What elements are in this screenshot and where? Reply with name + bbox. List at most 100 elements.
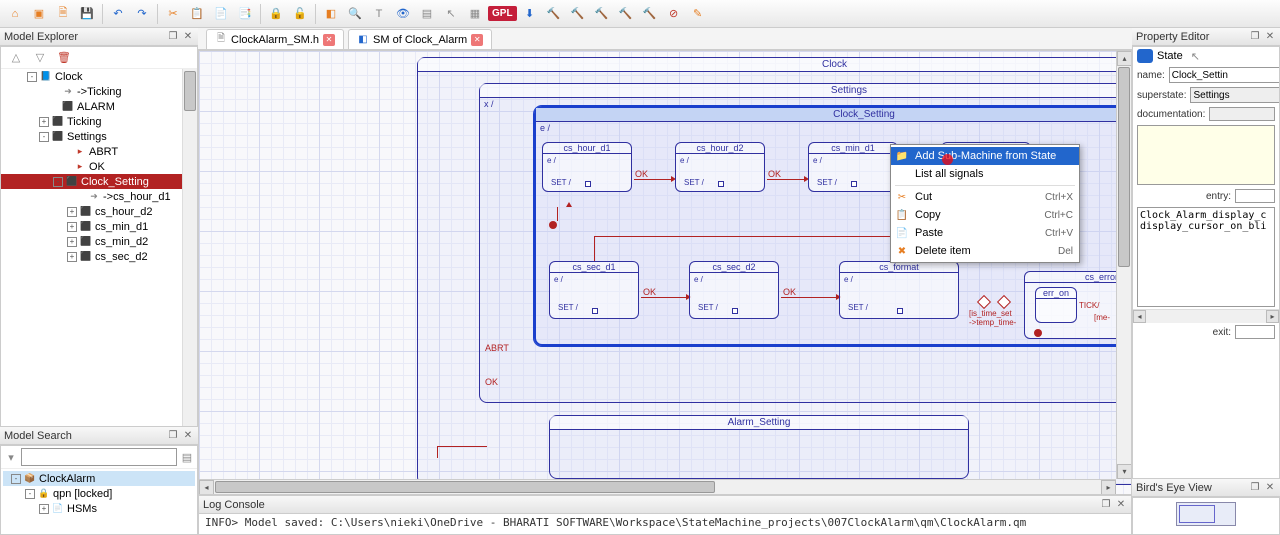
bird-minimap[interactable]: [1176, 502, 1236, 526]
hammer4-icon[interactable]: 🔨: [615, 3, 637, 25]
stop-icon[interactable]: ⊘: [663, 3, 685, 25]
close-icon[interactable]: ✕: [1115, 499, 1127, 511]
text-icon[interactable]: T: [368, 3, 390, 25]
tree-item[interactable]: -📘Clock: [1, 69, 197, 84]
context-menu[interactable]: 📁Add Sub-Machine from StateList all sign…: [890, 144, 1080, 263]
state-cs_hour_d2[interactable]: cs_hour_d2 e / SET /: [675, 142, 765, 192]
close-icon[interactable]: ✕: [182, 430, 194, 442]
scroll-left-icon[interactable]: ◂: [1133, 310, 1146, 323]
search-input[interactable]: [21, 448, 177, 466]
tri-down-icon[interactable]: ▽: [29, 47, 51, 69]
menu-item[interactable]: ✖Delete itemDel: [891, 242, 1079, 260]
hammer1-icon[interactable]: 🔨: [543, 3, 565, 25]
dropdown-icon[interactable]: ▾: [3, 449, 19, 465]
state-cs_hour_d1[interactable]: cs_hour_d1 e / SET /: [542, 142, 632, 192]
trash-icon[interactable]: 🗑: [53, 47, 75, 69]
pointer-icon[interactable]: ↖: [440, 3, 462, 25]
download-icon[interactable]: ⬇: [519, 3, 541, 25]
tree-toggle[interactable]: -: [25, 489, 35, 499]
paste-icon[interactable]: 📄: [210, 3, 232, 25]
state-err-on[interactable]: err_on: [1035, 287, 1077, 323]
paste-special-icon[interactable]: 📑: [234, 3, 256, 25]
tree-item[interactable]: +⬛Ticking: [1, 114, 197, 129]
grid-icon[interactable]: ▦: [464, 3, 486, 25]
copy-icon[interactable]: 📋: [186, 3, 208, 25]
model-tree[interactable]: -📘Clock➜->Ticking⬛ALARM+⬛Ticking-⬛Settin…: [1, 69, 197, 426]
wand-icon[interactable]: ✎: [687, 3, 709, 25]
tree-toggle[interactable]: +: [67, 237, 77, 247]
unlock-icon[interactable]: 🔓: [289, 3, 311, 25]
palette-icon[interactable]: ◧: [320, 3, 342, 25]
close-icon[interactable]: ✕: [1264, 31, 1276, 43]
state-cs_sec_d1[interactable]: cs_sec_d1 e / SET /: [549, 261, 639, 319]
doc-textarea[interactable]: [1137, 125, 1275, 185]
cut-icon[interactable]: ✂: [162, 3, 184, 25]
tree-item[interactable]: ▸ABRT: [1, 144, 197, 159]
lock-icon[interactable]: 🔒: [265, 3, 287, 25]
tree-item[interactable]: +⬛cs_min_d2: [1, 234, 197, 249]
menu-item[interactable]: ✂CutCtrl+X: [891, 188, 1079, 206]
scroll-down-icon[interactable]: ▾: [1117, 464, 1132, 479]
new-icon[interactable]: ▣: [28, 3, 50, 25]
redo-icon[interactable]: ↷: [131, 3, 153, 25]
scroll-right-icon[interactable]: ▸: [1266, 310, 1279, 323]
tree-item[interactable]: ➜->cs_hour_d1: [1, 189, 197, 204]
entry-code-textarea[interactable]: Clock_Alarm_display_c display_cursor_on_…: [1137, 207, 1275, 307]
log-output[interactable]: INFO> Model saved: C:\Users\nieki\OneDri…: [199, 514, 1131, 534]
zoom-icon[interactable]: 🔍: [344, 3, 366, 25]
tree-item[interactable]: +⬛cs_min_d1: [1, 219, 197, 234]
hammer3-icon[interactable]: 🔨: [591, 3, 613, 25]
restore-icon[interactable]: ❐: [1249, 482, 1261, 494]
scroll-up-icon[interactable]: ▴: [1117, 51, 1132, 66]
doc-field[interactable]: [1209, 107, 1275, 121]
close-icon[interactable]: ✕: [182, 31, 194, 43]
tree-toggle[interactable]: +: [67, 252, 77, 262]
home-icon[interactable]: ⌂: [4, 3, 26, 25]
birds-eye-panel[interactable]: [1132, 497, 1280, 535]
eye-icon[interactable]: 👁: [392, 3, 414, 25]
browse-icon[interactable]: ▤: [179, 449, 195, 465]
undo-icon[interactable]: ↶: [107, 3, 129, 25]
horizontal-scrollbar[interactable]: ◂ ▸: [199, 479, 1116, 494]
tree-toggle[interactable]: +: [39, 117, 49, 127]
menu-item[interactable]: List all signals: [891, 165, 1079, 183]
scroll-right-icon[interactable]: ▸: [1101, 480, 1116, 495]
restore-icon[interactable]: ❐: [167, 430, 179, 442]
menu-item[interactable]: 📋CopyCtrl+C: [891, 206, 1079, 224]
exit-field[interactable]: [1235, 325, 1275, 339]
menu-item[interactable]: 📁Add Sub-Machine from State: [891, 147, 1079, 165]
state-cs_format[interactable]: cs_format e / SET /: [839, 261, 959, 319]
doc-icon[interactable]: 🗎: [52, 3, 74, 25]
state-cs_sec_d2[interactable]: cs_sec_d2 e / SET /: [689, 261, 779, 319]
tab-statemachine[interactable]: ◧ SM of Clock_Alarm ✕: [348, 29, 492, 49]
tree-item[interactable]: -⬛Settings: [1, 129, 197, 144]
tree-toggle[interactable]: -: [53, 177, 63, 187]
state-cs_min_d1[interactable]: cs_min_d1 e / SET /: [808, 142, 898, 192]
close-icon[interactable]: ✕: [1264, 482, 1276, 494]
tree-toggle[interactable]: +: [67, 207, 77, 217]
hammer5-icon[interactable]: 🔨: [639, 3, 661, 25]
tree-toggle[interactable]: +: [39, 504, 49, 514]
tri-up-icon[interactable]: △: [5, 47, 27, 69]
menu-item[interactable]: 📄PasteCtrl+V: [891, 224, 1079, 242]
search-item[interactable]: -🔒qpn [locked]: [3, 486, 195, 501]
tree-item[interactable]: ▸OK: [1, 159, 197, 174]
tree-toggle[interactable]: +: [67, 222, 77, 232]
tree-toggle[interactable]: -: [39, 132, 49, 142]
name-input[interactable]: [1169, 67, 1280, 83]
scroll-left-icon[interactable]: ◂: [199, 480, 214, 495]
tree-toggle[interactable]: -: [27, 72, 37, 82]
restore-icon[interactable]: ❐: [1249, 31, 1261, 43]
restore-icon[interactable]: ❐: [1100, 499, 1112, 511]
search-item[interactable]: -📦ClockAlarm: [3, 471, 195, 486]
close-tab-icon[interactable]: ✕: [471, 34, 483, 46]
tree-item[interactable]: -⬛Clock_Setting: [1, 174, 197, 189]
form-icon[interactable]: ▤: [416, 3, 438, 25]
vertical-scrollbar[interactable]: ▴ ▾: [1116, 51, 1131, 479]
restore-icon[interactable]: ❐: [167, 31, 179, 43]
tree-item[interactable]: ⬛ALARM: [1, 99, 197, 114]
tab-header-file[interactable]: 🗎 ClockAlarm_SM.h ✕: [206, 29, 344, 49]
prop-hscroll[interactable]: ◂ ▸: [1133, 309, 1279, 323]
diagram-canvas[interactable]: Clock Settings x / Clock_Setting e / cs_…: [198, 50, 1132, 495]
entry-field[interactable]: [1235, 189, 1275, 203]
